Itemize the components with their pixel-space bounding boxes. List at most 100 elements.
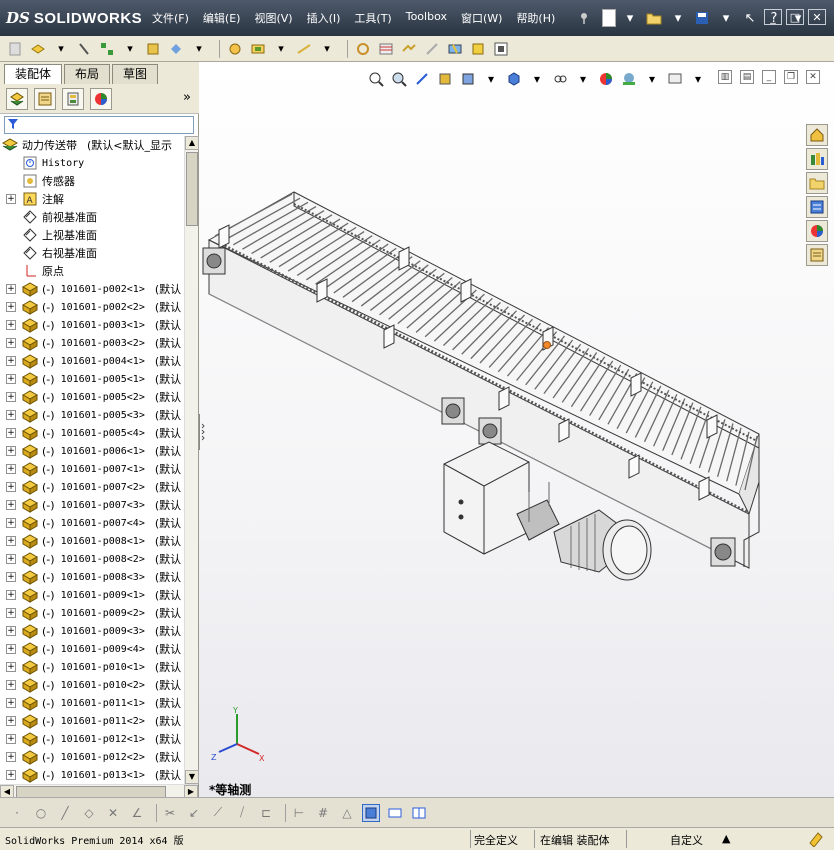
graphics-area[interactable]: ▾ ▾ ▾ ▾ ▾ ▥ ▤ _ ❐ ✕ Y X Z *等轴测 [199,62,834,797]
tree-part-row[interactable]: + (-) 101601-p008<1> (默认 [0,532,184,550]
tree-part-row[interactable]: + (-) 101601-p002<2> (默认 [0,298,184,316]
expand-icon[interactable]: + [6,482,16,492]
expand-icon[interactable]: + [6,410,16,420]
expand-icon[interactable]: + [6,302,16,312]
display-manager-icon[interactable] [90,87,112,110]
tree-part-row[interactable]: + (-) 101601-p012<2> (默认 [0,748,184,766]
new-motion-study-icon[interactable] [354,40,372,58]
view-settings-icon[interactable] [666,70,684,88]
rebuild-status-icon[interactable] [808,831,824,847]
offset-icon[interactable]: ⟋ [209,804,227,822]
tree-part-row[interactable]: + (-) 101601-p008<3> (默认 [0,568,184,586]
open-folder-icon[interactable] [644,8,664,28]
zoom-to-fit-icon[interactable] [367,70,385,88]
line-icon[interactable]: ╱ [56,804,74,822]
pointer-icon[interactable]: ↖ [740,8,760,28]
zoom-to-area-icon[interactable] [390,70,408,88]
tree-item[interactable]: 右视基准面 [0,244,184,262]
tree-part-row[interactable]: + (-) 101601-p012<1> (默认 [0,730,184,748]
minimize-icon[interactable]: _ [764,9,782,25]
mate-icon[interactable] [75,40,93,58]
tree-part-row[interactable]: + (-) 101601-p007<4> (默认 [0,514,184,532]
tree-item[interactable]: History [0,154,184,172]
expand-icon[interactable]: + [6,752,16,762]
expand-icon[interactable]: + [6,518,16,528]
menu-window[interactable]: 窗口(W) [461,10,502,26]
chevron-down-icon[interactable]: ▾ [668,8,688,28]
expand-icon[interactable]: + [6,590,16,600]
expand-icon[interactable]: + [6,500,16,510]
tree-part-row[interactable]: + (-) 101601-p004<1> (默认 [0,352,184,370]
expand-icon[interactable]: + [6,536,16,546]
conveyor-model[interactable] [199,62,834,797]
menu-toolbox[interactable]: Toolbox [406,10,447,26]
tree-horizontal-scrollbar[interactable]: ◀ ▶ [0,784,198,799]
minimize-icon[interactable]: _ [762,70,776,84]
tree-part-row[interactable]: + (-) 101601-p013<1> (默认 [0,766,184,784]
expand-icon[interactable]: + [6,716,16,726]
tree-part-row[interactable]: + (-) 101601-p002<1> (默认 [0,280,184,298]
expand-icon[interactable]: + [6,626,16,636]
tree-vertical-scrollbar[interactable]: ▲ ▼ [184,136,199,784]
close-icon[interactable]: ✕ [806,70,820,84]
tree-item[interactable]: 上视基准面 [0,226,184,244]
chevron-down-icon[interactable]: ▾ [643,70,661,88]
shaded-view-icon[interactable] [362,803,380,822]
menu-edit[interactable]: 编辑(E) [203,10,241,26]
tree-part-row[interactable]: + (-) 101601-p005<1> (默认 [0,370,184,388]
solidworks-resources-icon[interactable] [806,124,828,146]
exploded-view-icon[interactable] [400,40,418,58]
tree-part-row[interactable]: + (-) 101601-p008<2> (默认 [0,550,184,568]
dimension-icon[interactable]: ⊢ [290,804,308,822]
circle-icon[interactable]: ○ [32,804,50,822]
menu-help[interactable]: 帮助(H) [516,10,555,26]
solidworks-logo[interactable]: DS SOLIDWORKS [6,6,142,30]
mirror-icon[interactable]: ⧸ [233,804,251,822]
angle-icon[interactable]: ∠ [128,804,146,822]
grid-icon[interactable]: # [314,804,332,822]
tree-part-row[interactable]: + (-) 101601-p009<3> (默认 [0,622,184,640]
appearances-scenes-icon[interactable] [806,220,828,242]
close-icon[interactable]: ✕ [808,9,826,25]
chevron-down-icon[interactable]: ▾ [528,70,546,88]
restore-icon[interactable]: ❐ [784,70,798,84]
chevron-down-icon[interactable]: ▾ [716,8,736,28]
tree-item[interactable]: 原点 [0,262,184,280]
reference-geometry-icon[interactable] [295,40,313,58]
tree-part-row[interactable]: + (-) 101601-p009<4> (默认 [0,640,184,658]
menu-insert[interactable]: 插入(I) [307,10,341,26]
property-manager-icon[interactable] [34,87,56,110]
expand-icon[interactable]: + [6,320,16,330]
chevron-down-icon[interactable]: ▾ [689,70,707,88]
tab-layout[interactable]: 布局 [64,64,111,84]
save-icon[interactable] [692,8,712,28]
smart-fastener-icon[interactable] [144,40,162,58]
trim-icon[interactable]: ✂ [161,804,179,822]
tab-assembly[interactable]: 装配体 [4,64,63,84]
polygon-icon[interactable]: ◇ [80,804,98,822]
configuration-manager-icon[interactable] [62,87,84,110]
expand-icon[interactable]: + [6,374,16,384]
expand-icon[interactable]: + [6,644,16,654]
file-explorer-icon[interactable] [806,172,828,194]
new-document-icon[interactable] [602,9,616,27]
tree-item[interactable]: + A 注解 [0,190,184,208]
tree-item[interactable]: 前视基准面 [0,208,184,226]
hole-alignment-icon[interactable] [492,40,510,58]
pattern-icon[interactable] [98,40,116,58]
expand-icon[interactable]: + [6,428,16,438]
expand-icon[interactable]: + [6,392,16,402]
display-style-icon[interactable] [505,70,523,88]
expand-icon[interactable]: + [6,572,16,582]
scroll-down-arrow[interactable]: ▼ [185,770,199,784]
expand-icon[interactable]: + [6,194,16,204]
menu-tools[interactable]: 工具(T) [354,10,391,26]
expand-icon[interactable]: + [6,698,16,708]
units-caret-icon[interactable]: ▲ [722,832,730,845]
clearance-verification-icon[interactable] [469,40,487,58]
expand-icon[interactable]: + [6,734,16,744]
tree-part-row[interactable]: + (-) 101601-p003<2> (默认 [0,334,184,352]
chevron-down-icon[interactable]: ▾ [272,40,290,58]
insert-component-icon[interactable] [29,40,47,58]
chevron-down-icon[interactable]: ▾ [190,40,208,58]
